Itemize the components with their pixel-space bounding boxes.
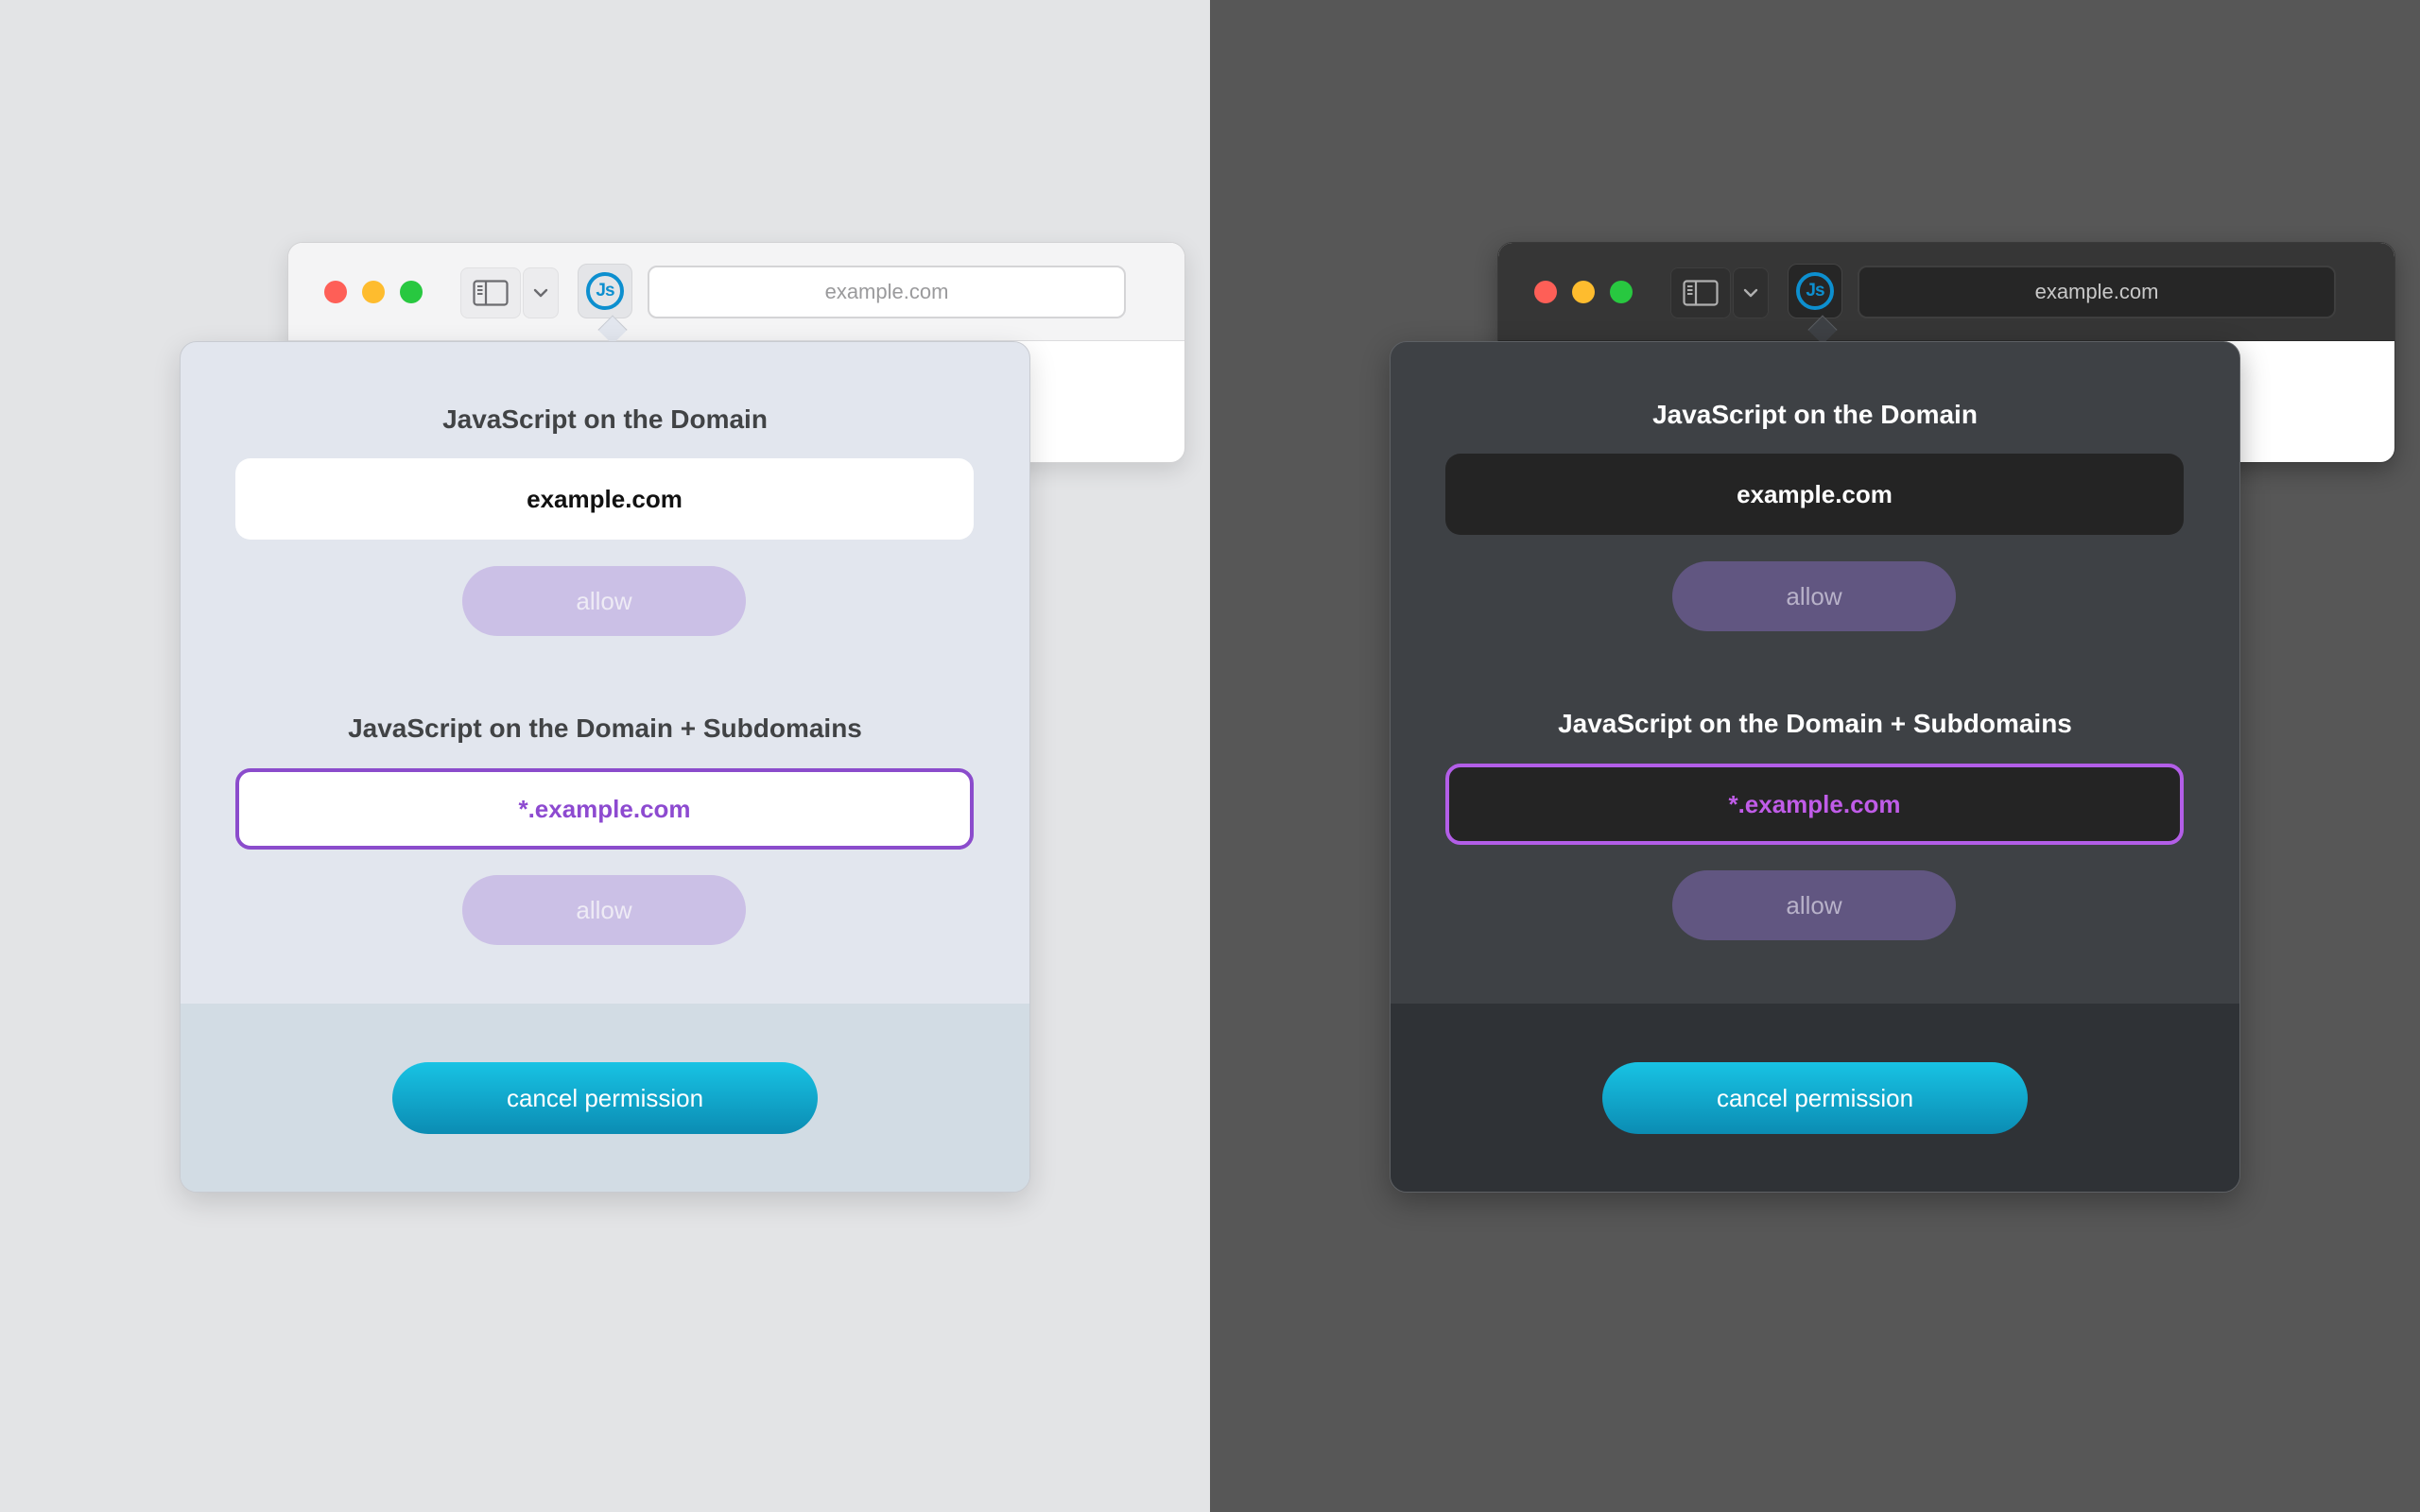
allow-subdomains-button[interactable]: allow	[462, 875, 746, 945]
chevron-down-icon	[533, 288, 548, 298]
light-theme-panel: Js example.com JavaScript on the Domain …	[0, 0, 1210, 1512]
sidebar-menu-button[interactable]	[1733, 267, 1769, 318]
allow-domain-button[interactable]: allow	[462, 566, 746, 636]
subdomain-field: *.example.com	[235, 768, 974, 850]
allow-subdomains-button[interactable]: allow	[1672, 870, 1956, 940]
sidebar-icon	[1683, 280, 1719, 306]
javascript-permission-popover: JavaScript on the Domain example.com all…	[180, 341, 1030, 1193]
domain-section-title: JavaScript on the Domain	[442, 404, 768, 434]
address-bar[interactable]: example.com	[1858, 266, 2336, 318]
javascript-extension-button[interactable]: Js	[1788, 264, 1842, 318]
close-window-icon[interactable]	[324, 281, 347, 303]
sidebar-toggle-button[interactable]	[460, 267, 521, 318]
sidebar-menu-button[interactable]	[523, 267, 559, 318]
domain-field: example.com	[1445, 454, 2184, 535]
domain-section-title: JavaScript on the Domain	[1652, 400, 1978, 429]
minimize-window-icon[interactable]	[1572, 281, 1595, 303]
address-bar[interactable]: example.com	[648, 266, 1126, 318]
allow-domain-button[interactable]: allow	[1672, 561, 1956, 631]
domain-field: example.com	[235, 458, 974, 540]
close-window-icon[interactable]	[1534, 281, 1557, 303]
javascript-extension-icon: Js	[586, 272, 624, 310]
subdomain-section-title: JavaScript on the Domain + Subdomains	[348, 713, 862, 743]
dark-theme-panel: Js example.com JavaScript on the Domain …	[1210, 0, 2420, 1512]
chevron-down-icon	[1743, 288, 1758, 298]
browser-toolbar: Js example.com	[288, 243, 1184, 341]
javascript-extension-icon: Js	[1796, 272, 1834, 310]
minimize-window-icon[interactable]	[362, 281, 385, 303]
popover-footer: cancel permission	[181, 1004, 1029, 1192]
zoom-window-icon[interactable]	[1610, 281, 1633, 303]
popover-footer: cancel permission	[1391, 1004, 2239, 1192]
javascript-permission-popover: JavaScript on the Domain example.com all…	[1390, 341, 2240, 1193]
subdomain-field: *.example.com	[1445, 764, 2184, 845]
subdomain-section-title: JavaScript on the Domain + Subdomains	[1558, 709, 2072, 738]
browser-toolbar: Js example.com	[1498, 243, 2394, 341]
sidebar-toggle-button[interactable]	[1670, 267, 1731, 318]
zoom-window-icon[interactable]	[400, 281, 423, 303]
cancel-permission-button[interactable]: cancel permission	[392, 1062, 818, 1134]
cancel-permission-button[interactable]: cancel permission	[1602, 1062, 2028, 1134]
sidebar-icon	[473, 280, 509, 306]
javascript-extension-button[interactable]: Js	[578, 264, 632, 318]
